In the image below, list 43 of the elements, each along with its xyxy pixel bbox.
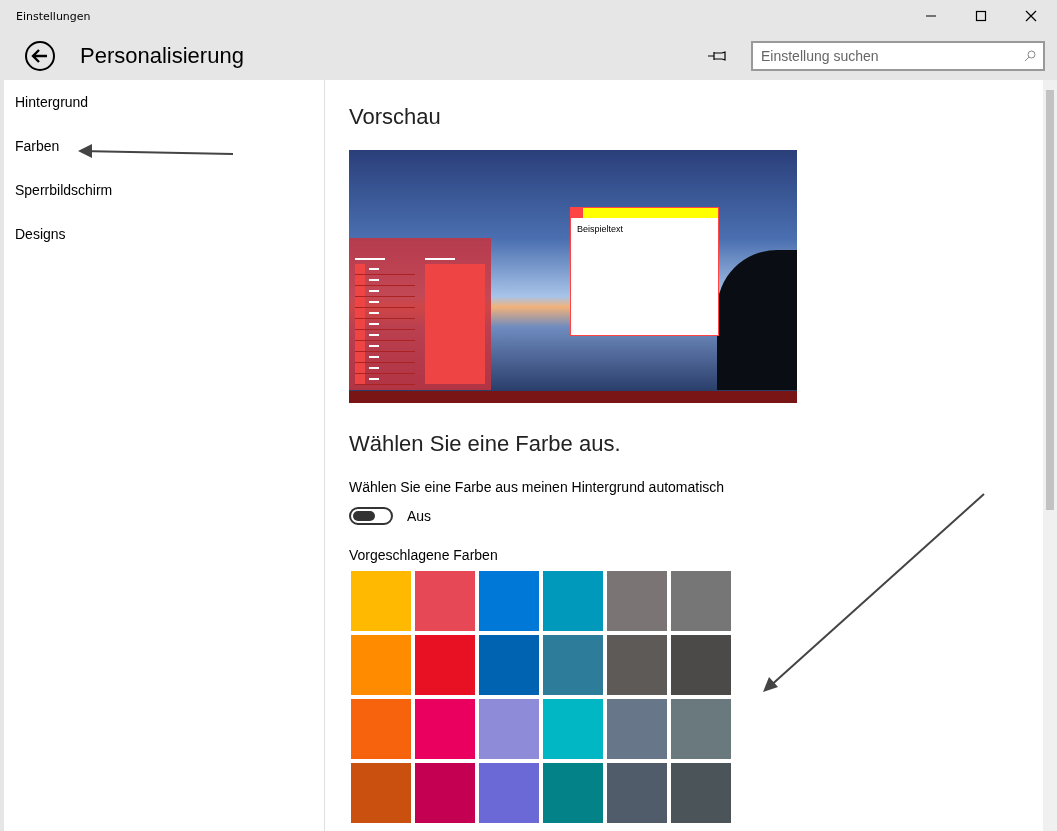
sidebar-item[interactable]: Designs (4, 224, 324, 268)
toggle-switch[interactable] (349, 507, 393, 525)
color-swatch[interactable] (415, 635, 475, 695)
search-icon (1024, 50, 1036, 62)
color-swatch[interactable] (479, 699, 539, 759)
section-heading: Wählen Sie eine Farbe aus. (349, 431, 622, 457)
color-swatch[interactable] (543, 763, 603, 823)
sample-text: Beispieltext (577, 224, 624, 234)
color-swatch[interactable] (671, 571, 731, 631)
color-swatch[interactable] (607, 571, 667, 631)
search-field[interactable]: Einstellung suchen (751, 41, 1045, 71)
sidebar-item[interactable]: Farben (4, 136, 324, 180)
color-swatch[interactable] (671, 635, 731, 695)
color-swatch[interactable] (671, 763, 731, 823)
maximize-icon[interactable] (975, 10, 987, 22)
color-swatch[interactable] (479, 571, 539, 631)
color-swatch[interactable] (351, 699, 411, 759)
color-swatch[interactable] (415, 763, 475, 823)
page-title: Personalisierung (80, 43, 244, 69)
color-swatch[interactable] (415, 699, 475, 759)
subheading: Vorgeschlagene Farben (349, 547, 499, 563)
close-icon[interactable] (1025, 10, 1037, 22)
color-swatch[interactable] (671, 699, 731, 759)
color-swatch[interactable] (351, 763, 411, 823)
color-swatch[interactable] (479, 763, 539, 823)
toggle-state-label: Aus (407, 508, 432, 524)
color-swatch[interactable] (543, 699, 603, 759)
color-swatch[interactable] (607, 763, 667, 823)
scrollbar-thumb[interactable] (1046, 90, 1054, 510)
color-swatch[interactable] (415, 571, 475, 631)
color-swatch[interactable] (351, 571, 411, 631)
color-swatch[interactable] (543, 635, 603, 695)
color-swatch[interactable] (543, 571, 603, 631)
sidebar-item[interactable]: Sperrbildschirm (4, 180, 324, 224)
section-heading: Vorschau (349, 104, 442, 130)
color-swatch[interactable] (607, 699, 667, 759)
color-swatch[interactable] (351, 635, 411, 695)
color-swatch[interactable] (479, 635, 539, 695)
color-swatch[interactable] (607, 635, 667, 695)
pin-icon[interactable] (707, 50, 729, 62)
sidebar-item[interactable]: Hintergrund (4, 92, 324, 136)
setting-label: Wählen Sie eine Farbe aus meinen Hintergrund automatisch (349, 479, 726, 495)
window-title: Einstellungen (16, 9, 91, 23)
